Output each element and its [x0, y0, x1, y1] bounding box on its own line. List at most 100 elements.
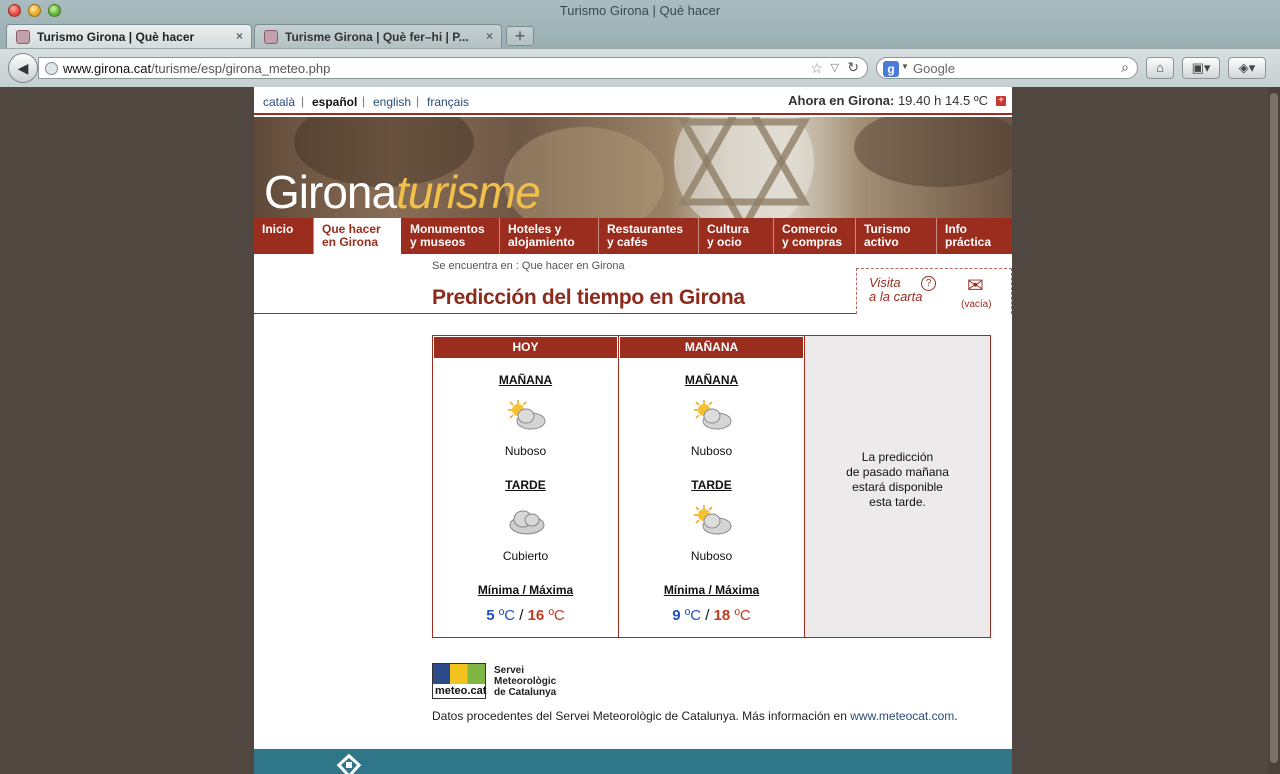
chevron-down-icon[interactable]: ▼ — [901, 62, 909, 71]
message-line: estará disponible — [852, 480, 943, 494]
back-button[interactable]: ◀ — [8, 53, 38, 83]
nav-item-hoteles[interactable]: Hoteles y alojamiento — [500, 218, 599, 254]
data-source-note: Datos procedentes del Servei Meteorològi… — [432, 709, 958, 723]
home-button[interactable]: ⌂ — [1146, 57, 1174, 79]
nav-label: y compras — [782, 235, 843, 249]
home-icon: ⌂ — [1156, 60, 1164, 75]
lang-separator: | — [301, 94, 305, 108]
current-weather: Ahora en Girona: 19.40 h 14.5 ºC — [788, 93, 988, 108]
forecast-day-manana: MAÑANA MAÑANA Nuboso TARDE Nuboso Mínima… — [619, 336, 805, 637]
lang-separator: | — [416, 94, 420, 108]
nav-label: Inicio — [262, 222, 294, 236]
nav-item-que-hacer[interactable]: Que hacer en Girona — [314, 218, 402, 254]
source-end: . — [954, 709, 958, 723]
partly-cloudy-icon — [508, 400, 546, 430]
meteocat-link[interactable]: www.meteocat.com — [850, 709, 954, 723]
source-text: Datos procedentes del Servei Meteorològi… — [432, 709, 851, 723]
meteocat-name: Servei Meteorològic de Catalunya — [494, 665, 564, 698]
page-scrollbar[interactable] — [1268, 87, 1280, 774]
nav-label: y cafés — [607, 235, 648, 249]
scrollbar-thumb[interactable] — [1270, 93, 1278, 763]
temps-value: 5 ºC / 16 ºC — [433, 607, 618, 624]
url-bar[interactable]: www.girona.cat/turisme/esp/girona_meteo.… — [38, 57, 868, 79]
bookmark-star-icon[interactable]: ☆ — [810, 60, 823, 77]
lang-espanol-link[interactable]: español — [312, 95, 357, 109]
envelope-icon[interactable]: ✉ — [967, 276, 984, 296]
lang-english-link[interactable]: english — [373, 95, 411, 109]
nav-item-inicio[interactable]: Inicio — [254, 218, 314, 254]
temps-label: Mínima / Máxima — [663, 583, 760, 597]
back-arrow-icon: ◀ — [17, 60, 29, 76]
temp-unit: ºC — [734, 607, 751, 624]
forecast-day-hoy: HOY MAÑANA Nuboso TARDE Cubierto Mínima … — [433, 336, 619, 637]
current-weather-label: Ahora en Girona: — [788, 93, 895, 108]
nav-item-restaurantes[interactable]: Restaurantes y cafés — [599, 218, 699, 254]
visita-a-la-carta-widget[interactable]: Visita a la carta ? ✉ (vacía) — [856, 268, 1012, 314]
new-tab-button[interactable]: + — [506, 26, 534, 46]
forecast-day-header: MAÑANA — [620, 337, 803, 358]
lang-catala-link[interactable]: català — [263, 95, 295, 109]
current-weather-value: 19.40 h 14.5 ºC — [897, 93, 988, 108]
search-input[interactable]: g ▼ Google ⌕ — [876, 57, 1138, 79]
meteocat-logo[interactable]: meteo.cat Servei Meteorològic de Catalun… — [432, 663, 562, 699]
min-temp: 5 — [486, 607, 495, 624]
nav-label: en Girona — [322, 235, 379, 249]
search-icon[interactable]: ⌕ — [1121, 59, 1129, 76]
forecast-day-pasado: La predicción de pasado mañana estará di… — [805, 336, 990, 637]
bookmarks-button[interactable]: ▣▾ — [1182, 57, 1220, 79]
breadcrumb: Se encuentra en : Que hacer en Girona — [432, 260, 625, 272]
nav-label: y ocio — [707, 235, 742, 249]
nav-item-comercio[interactable]: Comercio y compras — [774, 218, 856, 254]
meteocat-flag-icon — [433, 664, 485, 684]
period-label: TARDE — [691, 478, 732, 492]
web-page: català | español | english | français Ah… — [254, 87, 1012, 774]
meteocat-badge: meteo.cat — [432, 663, 486, 699]
lang-francais-link[interactable]: français — [427, 95, 469, 109]
addon-button[interactable]: ◈▾ — [1228, 57, 1266, 79]
help-icon[interactable]: ? — [921, 276, 936, 291]
message-line: La predicción — [861, 450, 934, 464]
banner-texture — [854, 117, 1012, 187]
girona-emblem-icon[interactable] — [334, 751, 364, 774]
max-temp: 16 — [527, 607, 545, 624]
google-icon[interactable]: g — [883, 61, 899, 77]
meteocat-name-line: de Catalunya — [494, 687, 557, 698]
message-line: esta tarde. — [869, 495, 926, 509]
forecast-table: HOY MAÑANA Nuboso TARDE Cubierto Mínima … — [432, 335, 991, 638]
forecast-day-header: HOY — [434, 337, 617, 358]
partly-cloudy-icon — [694, 505, 732, 535]
temp-unit: ºC — [548, 607, 565, 624]
tab-close-icon[interactable]: × — [236, 29, 243, 43]
meteocat-brand: meteo.cat — [435, 685, 487, 697]
bookmarks-icon: ▣▾ — [1191, 60, 1211, 75]
nav-item-cultura[interactable]: Cultura y ocio — [699, 218, 774, 254]
footer-bar — [254, 749, 1012, 774]
max-temp: 18 — [713, 607, 731, 624]
tab-inactive[interactable]: Turisme Girona | Què fer–hi | P... × — [254, 24, 502, 48]
girona-turisme-logo[interactable]: Gironaturisme — [264, 166, 541, 218]
nav-item-turismo-activo[interactable]: Turismo activo — [856, 218, 937, 254]
period-label: MAÑANA — [498, 373, 553, 387]
logo-turisme-text: turisme — [396, 166, 541, 218]
history-dropdown-icon[interactable]: ▽ — [831, 61, 839, 74]
meteocat-name-line: Meteorològic — [494, 676, 557, 687]
nav-item-monumentos[interactable]: Monumentos y museos — [402, 218, 500, 254]
tab-active[interactable]: Turismo Girona | Què hacer × — [6, 24, 252, 48]
girona-favicon-icon — [264, 30, 278, 44]
tab-close-icon[interactable]: × — [486, 29, 493, 43]
temp-unit: ºC — [498, 607, 516, 624]
expand-plus-icon[interactable]: + — [996, 96, 1006, 106]
temp-separator: / — [519, 607, 524, 624]
period-label: MAÑANA — [684, 373, 739, 387]
main-nav: Inicio Que hacer en Girona Monumentos y mu… — [254, 218, 1012, 254]
min-temp: 9 — [672, 607, 681, 624]
star-of-david-window-icon — [674, 117, 814, 218]
pasado-manana-message: La predicción de pasado mañana estará di… — [815, 450, 980, 510]
visita-line: a la carta — [869, 289, 923, 304]
nav-label: y museos — [410, 235, 466, 249]
search-placeholder: Google — [913, 61, 955, 76]
nav-item-info[interactable]: Info práctica — [937, 218, 1012, 254]
message-line: de pasado mañana — [846, 465, 949, 479]
reload-icon[interactable]: ↻ — [847, 59, 859, 76]
browser-toolbar: ◀ www.girona.cat/turisme/esp/girona_mete… — [0, 48, 1280, 87]
